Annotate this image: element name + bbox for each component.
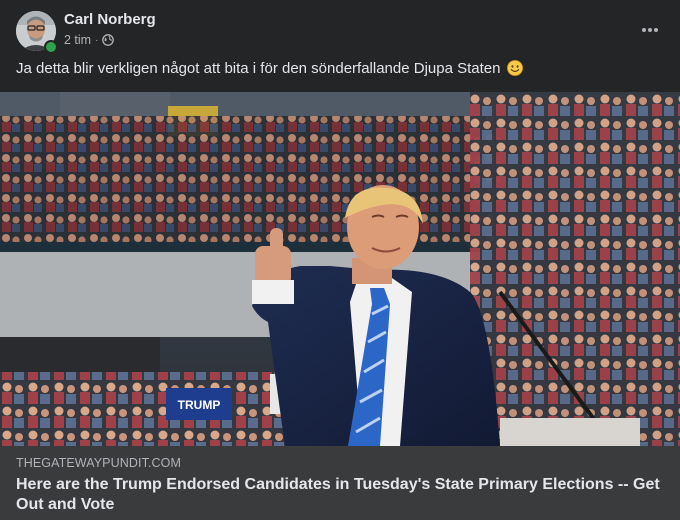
post-time[interactable]: 2 tim (64, 33, 91, 47)
post-header: Carl Norberg 2 tim · (0, 0, 680, 60)
link-title[interactable]: Here are the Trump Endorsed Candidates i… (16, 475, 666, 515)
post-message-text: Ja detta blir verkligen något att bita i… (16, 60, 501, 77)
link-domain: THEGATEWAYPUNDIT.COM (16, 456, 181, 470)
online-status-dot (44, 40, 58, 54)
author-name[interactable]: Carl Norberg (64, 11, 156, 28)
more-options-button[interactable] (636, 16, 664, 44)
feed-post-card: Carl Norberg 2 tim · Ja detta blir verkl… (0, 0, 680, 520)
globe-icon[interactable] (102, 34, 115, 46)
trump-sign-text: TRUMP (178, 398, 221, 412)
smiling-face-emoji (506, 60, 523, 76)
post-photo[interactable]: TRUMP (0, 92, 680, 446)
post-message: Ja detta blir verkligen något att bita i… (16, 60, 664, 78)
link-preview[interactable]: THEGATEWAYPUNDIT.COM Here are the Trump … (0, 446, 680, 520)
more-options-icon (642, 28, 658, 32)
meta-separator: · (95, 34, 99, 46)
post-meta: 2 tim · (64, 33, 115, 47)
